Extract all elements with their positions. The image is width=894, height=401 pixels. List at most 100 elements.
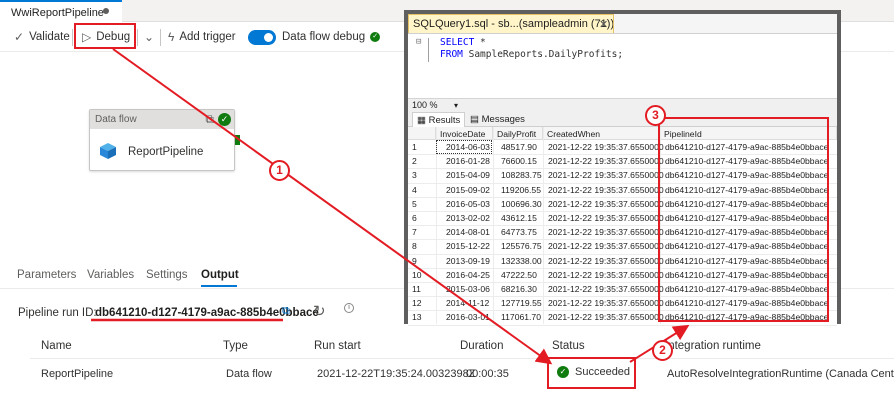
activity-header: Data flow ⧉ ✓ [90, 110, 234, 129]
grid-cell[interactable]: 2021-12-22 19:35:37.6550000 [548, 284, 664, 294]
tab-variables[interactable]: Variables [87, 269, 134, 281]
highlight-succeeded-status [547, 357, 636, 389]
toggle-switch[interactable] [248, 29, 276, 45]
pipeline-tab[interactable]: WwiReportPipeline [0, 0, 122, 22]
refresh-icon[interactable]: ↻ [313, 302, 326, 320]
grid-cell[interactable]: 2014-11-12 [446, 298, 489, 308]
run-id-label: Pipeline run ID: [18, 307, 97, 319]
dataflow-debug-toggle[interactable]: Data flow debug ✓ [248, 29, 381, 45]
grid-row-number: 4 [412, 184, 417, 195]
callout-1: 1 [269, 160, 290, 181]
debug-options-dropdown[interactable]: ⌄ [144, 29, 159, 45]
grid-cell[interactable]: 2016-01-28 [446, 156, 490, 166]
info-icon[interactable]: i [344, 303, 354, 313]
grid-cell[interactable]: 2021-12-22 19:35:37.6550000 [548, 298, 664, 308]
grid-cell[interactable]: 2021-12-22 19:35:37.6550000 [548, 156, 664, 166]
grid-cell[interactable]: 2021-12-22 19:35:37.6550000 [548, 270, 664, 280]
grid-cell[interactable]: 68216.30 [501, 284, 537, 294]
column-header-type: Type [223, 340, 248, 352]
validate-button[interactable]: ✓ Validate [14, 29, 70, 45]
dataflow-activity[interactable]: Data flow ⧉ ✓ ReportPipeline [89, 109, 235, 171]
grid-cell[interactable]: 2015-03-06 [446, 284, 490, 294]
grid-cell[interactable]: 64773.75 [501, 227, 537, 237]
grid-cell[interactable]: 119206.55 [501, 185, 541, 195]
add-trigger-button[interactable]: ϟ Add trigger [168, 29, 236, 45]
active-tab-indicator [201, 285, 237, 287]
grid-cell[interactable]: 2016-03-01 [446, 312, 490, 322]
row-name[interactable]: ReportPipeline [41, 368, 113, 380]
toolbar-divider [137, 29, 138, 46]
highlight-pipelineid-column [658, 117, 829, 322]
pipeline-tab-title: WwiReportPipeline [11, 7, 104, 19]
toolbar-divider [160, 29, 161, 46]
grid-cell[interactable]: 2015-12-22 [446, 241, 490, 251]
grid-cell[interactable]: 2016-04-25 [446, 270, 490, 280]
column-header-dailyprofit[interactable]: DailyProfit [493, 127, 543, 140]
grid-cell[interactable]: 47222.50 [501, 270, 537, 280]
grid-cell[interactable]: 2013-09-19 [446, 256, 490, 266]
grid-cell[interactable]: 132338.00 [501, 256, 542, 266]
query-tab[interactable]: SQLQuery1.sql - sb...(sampleadmin (71))*… [408, 14, 614, 33]
grid-row-number: 8 [412, 241, 417, 252]
grid-cell[interactable]: 2021-12-22 19:35:37.6550000 [548, 142, 664, 152]
grid-cell[interactable]: 2015-04-09 [446, 170, 490, 180]
collapse-icon[interactable]: ⊟ [416, 37, 421, 47]
grid-cell[interactable]: 100696.30 [501, 199, 542, 209]
grid-cell[interactable]: 127719.55 [501, 298, 542, 308]
tab-parameters[interactable]: Parameters [17, 269, 76, 281]
grid-cell[interactable]: 125576.75 [501, 241, 542, 251]
grid-cell[interactable]: 76600.15 [501, 156, 537, 166]
ssms-tab-bar: SQLQuery1.sql - sb...(sampleadmin (71))*… [408, 14, 837, 34]
column-header-integration-runtime: Integration runtime [665, 340, 761, 352]
editor-gutter [428, 38, 429, 62]
callout-2: 2 [652, 340, 673, 361]
query-line-1: SELECT * [440, 37, 486, 48]
grid-cell[interactable]: 2013-02-02 [446, 213, 490, 223]
grid-cell[interactable]: 2021-12-22 19:35:37.6550000 [548, 312, 664, 322]
grid-row-number: 11 [412, 284, 421, 294]
grid-cell[interactable]: 2015-09-02 [446, 185, 490, 195]
row-run-start: 2021-12-22T19:35:24.0032398Z [317, 368, 476, 380]
check-icon: ✓ [14, 30, 25, 44]
grid-cell[interactable]: 48517.90 [501, 142, 537, 152]
grid-icon: ▦ [417, 115, 426, 126]
chevron-down-icon: ▾ [454, 101, 459, 110]
grid-cell[interactable]: 43612.15 [501, 213, 537, 223]
grid-cell[interactable]: 2014-08-01 [446, 227, 490, 237]
lightning-icon: ϟ [168, 30, 175, 44]
row-integration-runtime: AutoResolveIntegrationRuntime (Canada Ce… [667, 368, 894, 380]
grid-cell[interactable]: 2021-12-22 19:35:37.6550000 [548, 227, 664, 237]
grid-cell[interactable]: 2016-05-03 [446, 199, 490, 209]
query-editor[interactable]: ⊟ SELECT * FROM SampleReports.DailyProfi… [408, 34, 837, 98]
grid-cell[interactable]: 2021-12-22 19:35:37.6550000 [548, 256, 664, 266]
column-header-createdwhen[interactable]: CreatedWhen [543, 127, 660, 140]
zoom-level[interactable]: 100 % ▾ [408, 98, 837, 111]
column-header-duration: Duration [460, 340, 504, 352]
grid-cell[interactable]: 2021-12-22 19:35:37.6550000 [548, 170, 664, 180]
open-external-icon[interactable]: ⧉ [205, 112, 214, 127]
tab-settings[interactable]: Settings [146, 269, 188, 281]
dataflow-cube-icon [100, 143, 116, 159]
tab-messages[interactable]: ▤ Messages [466, 112, 529, 127]
toolbar-divider [72, 29, 73, 46]
activity-success-icon: ✓ [218, 113, 231, 126]
tab-results[interactable]: ▦ Results [412, 112, 466, 127]
activity-success-port[interactable] [235, 135, 240, 145]
column-header-status: Status [552, 340, 585, 352]
grid-cell[interactable]: 117061.70 [501, 312, 541, 322]
zoom-value: 100 % [412, 100, 438, 110]
grid-row-number: 7 [412, 227, 417, 238]
close-icon[interactable]: ✕ [599, 18, 608, 31]
grid-cell[interactable]: 2021-12-22 19:35:37.6550000 [548, 185, 664, 195]
column-header-invoicedate[interactable]: InvoiceDate [436, 127, 493, 140]
messages-icon: ▤ [470, 114, 479, 125]
grid-cell[interactable]: 2021-12-22 19:35:37.6550000 [548, 199, 664, 209]
table-header-divider [30, 358, 894, 359]
tab-output[interactable]: Output [201, 269, 239, 281]
grid-row-number: 5 [412, 198, 417, 209]
grid-cell[interactable]: 2021-12-22 19:35:37.6550000 [548, 213, 664, 223]
grid-row-number: 13 [412, 312, 422, 323]
grid-cell[interactable]: 108283.75 [501, 170, 542, 180]
copy-icon[interactable]: ⧉ [282, 305, 290, 318]
grid-cell[interactable]: 2021-12-22 19:35:37.6550000 [548, 241, 664, 251]
